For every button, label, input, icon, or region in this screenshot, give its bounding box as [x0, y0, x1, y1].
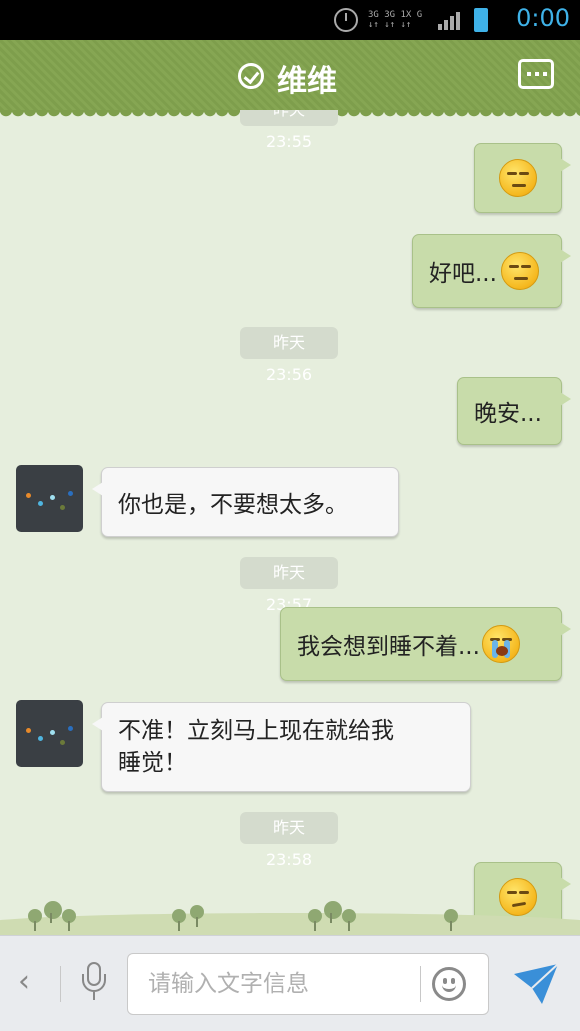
unamused-emoji-icon	[499, 159, 537, 197]
chevron-left-icon[interactable]: ‹	[18, 964, 30, 999]
message-text: 我会想到睡不着...	[297, 634, 480, 660]
crying-emoji-icon	[481, 625, 520, 663]
more-button[interactable]	[518, 59, 554, 89]
avatar[interactable]	[16, 465, 83, 532]
message-outgoing[interactable]: 晚安...	[457, 377, 571, 445]
message-list[interactable]: 昨天 23:55 好吧... 昨天 23:56 晚安... 你也是，不要想太多。…	[0, 110, 580, 935]
unamused-emoji-icon	[500, 252, 539, 290]
divider	[60, 966, 61, 1002]
alarm-icon	[334, 8, 358, 32]
message-text: 你也是，不要想太多。	[118, 492, 348, 518]
status-time: 0:00	[516, 4, 570, 32]
timestamp: 昨天 23:57	[240, 557, 338, 614]
message-text: 不准！立刻马上现在就给我 睡觉！	[118, 718, 394, 776]
status-bar: 3G 3G 1X G ↓↑ ↓↑ ↓↑ 0:00	[0, 0, 580, 40]
message-text: 晚安...	[474, 401, 542, 427]
message-outgoing[interactable]: 好吧...	[412, 234, 571, 308]
chat-header: 维维	[0, 40, 580, 118]
divider	[420, 966, 421, 1002]
smiley-icon[interactable]	[432, 967, 466, 1001]
contact-name: 维维	[277, 64, 337, 99]
timestamp: 昨天 23:56	[240, 327, 338, 384]
message-outgoing[interactable]: 我会想到睡不着...	[280, 607, 571, 681]
avatar[interactable]	[16, 700, 83, 767]
input-bar: ‹	[0, 935, 580, 1031]
send-icon[interactable]	[512, 962, 560, 1006]
message-text: 好吧...	[429, 261, 497, 287]
microphone-icon[interactable]	[80, 962, 108, 1006]
background-landscape	[0, 895, 580, 935]
network-icon: 3G 3G 1X G ↓↑ ↓↑ ↓↑	[368, 10, 423, 30]
status-icons: 3G 3G 1X G ↓↑ ↓↑ ↓↑	[334, 8, 488, 32]
message-incoming[interactable]: 你也是，不要想太多。	[92, 467, 399, 537]
page-title: 维维	[0, 56, 580, 100]
timestamp: 昨天 23:58	[240, 812, 338, 869]
timestamp: 昨天 23:55	[240, 110, 338, 151]
battery-icon	[474, 8, 488, 32]
message-incoming[interactable]: 不准！立刻马上现在就给我 睡觉！	[92, 702, 471, 792]
more-icon	[527, 72, 547, 76]
message-outgoing[interactable]	[474, 143, 571, 213]
signal-icon	[438, 10, 460, 30]
